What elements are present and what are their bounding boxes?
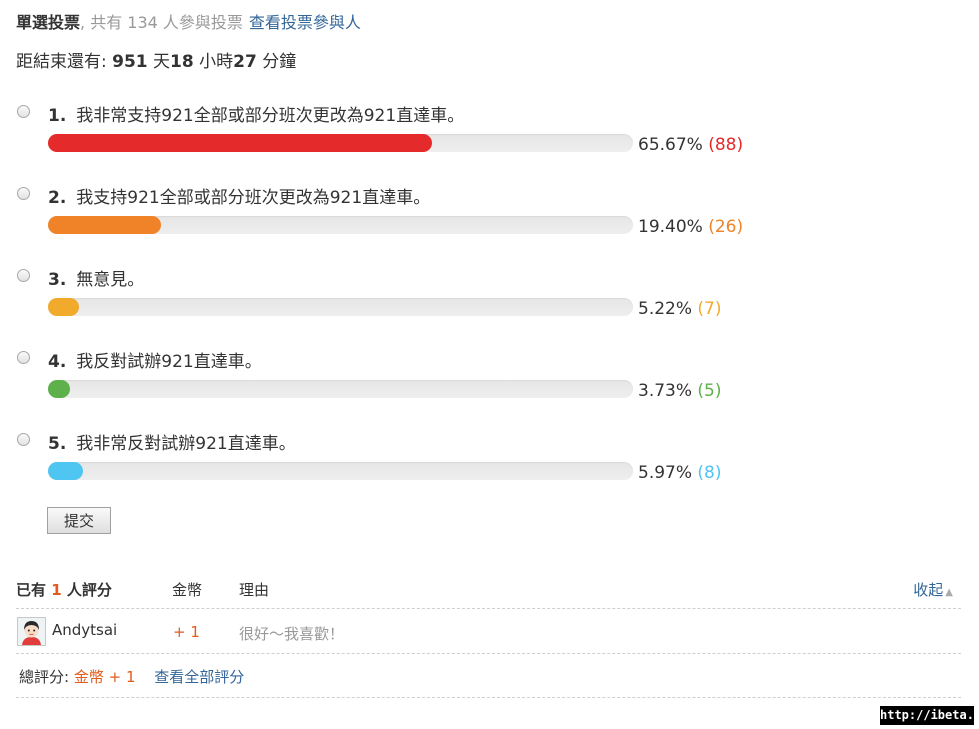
countdown-hours: 18 bbox=[170, 52, 194, 72]
divider bbox=[16, 697, 961, 698]
countdown-hours-unit: 小時 bbox=[199, 52, 234, 72]
divider bbox=[16, 608, 961, 609]
rater-username[interactable]: Andytsai bbox=[52, 621, 117, 639]
poll-option-1: 1. 我非常支持921全部或部分班次更改為921直達車。 65.67% (88) bbox=[0, 103, 979, 185]
poll-option-4: 4. 我反對試辦921直達車。 3.73% (5) bbox=[0, 349, 979, 431]
option-radio-2[interactable] bbox=[17, 187, 30, 200]
rating-header: 已有 1 人評分 金幣 理由 收起 ▲ bbox=[16, 577, 961, 607]
voter-count-text: , 共有 134 人參與投票 bbox=[80, 13, 243, 32]
poll-type-label: 單選投票 bbox=[16, 13, 81, 32]
rating-total: 總評分: 金幣 + 1 查看全部評分 bbox=[19, 666, 244, 687]
option-result: 65.67% (88) bbox=[638, 135, 743, 155]
option-radio-1[interactable] bbox=[17, 105, 30, 118]
option-result: 19.40% (26) bbox=[638, 217, 743, 237]
option-text: 我非常反對試辦921直達車。 bbox=[76, 434, 296, 454]
rating-row: Andytsai + 1 很好～我喜歡！ bbox=[16, 612, 961, 650]
countdown-prefix: 距結束還有: bbox=[16, 52, 107, 72]
total-value: 金幣 + 1 bbox=[73, 668, 136, 686]
option-index: 2. bbox=[48, 188, 67, 208]
option-label-5: 5. 我非常反對試辦921直達車。 bbox=[48, 429, 296, 454]
option-votes: (88) bbox=[708, 135, 744, 155]
option-result: 5.97% (8) bbox=[638, 463, 722, 483]
user-avatar-icon bbox=[18, 618, 45, 645]
rater-reason: 很好～我喜歡！ bbox=[239, 625, 345, 643]
option-label-3: 3. 無意見。 bbox=[48, 265, 144, 290]
poll-option-3: 3. 無意見。 5.22% (7) bbox=[0, 267, 979, 349]
option-index: 1. bbox=[48, 106, 67, 126]
option-text: 我反對試辦921直達車。 bbox=[76, 352, 262, 372]
option-text: 我非常支持921全部或部分班次更改為921直達車。 bbox=[76, 106, 465, 126]
option-percent: 5.97% bbox=[638, 463, 693, 483]
option-text: 我支持921全部或部分班次更改為921直達車。 bbox=[76, 188, 431, 208]
option-votes: (5) bbox=[697, 381, 722, 401]
option-progress-fill bbox=[48, 298, 79, 316]
collapse-arrow-icon: ▲ bbox=[945, 587, 953, 598]
divider bbox=[16, 653, 961, 654]
option-votes: (8) bbox=[697, 463, 722, 483]
option-result: 5.22% (7) bbox=[638, 299, 722, 319]
rater-coin: + 1 bbox=[173, 623, 200, 641]
option-label-1: 1. 我非常支持921全部或部分班次更改為921直達車。 bbox=[48, 101, 464, 126]
rating-count: 已有 1 人評分 bbox=[16, 579, 112, 600]
option-votes: (7) bbox=[697, 299, 722, 319]
option-text: 無意見。 bbox=[76, 270, 145, 290]
option-radio-3[interactable] bbox=[17, 269, 30, 282]
rating-count-suffix: 人評分 bbox=[66, 581, 112, 599]
poll-option-2: 2. 我支持921全部或部分班次更改為921直達車。 19.40% (26) bbox=[0, 185, 979, 267]
view-voters-link[interactable]: 查看投票參與人 bbox=[249, 13, 361, 32]
option-progress-bar bbox=[48, 462, 633, 480]
countdown-minutes-unit: 分鐘 bbox=[262, 52, 297, 72]
option-percent: 19.40% bbox=[638, 217, 703, 237]
reason-column-header: 理由 bbox=[239, 581, 270, 599]
collapse-label: 收起 bbox=[913, 581, 944, 599]
option-progress-fill bbox=[48, 380, 70, 398]
poll-countdown: 距結束還有: 951 天18 小時27 分鐘 bbox=[16, 47, 296, 72]
option-progress-fill bbox=[48, 216, 162, 234]
option-percent: 5.22% bbox=[638, 299, 693, 319]
option-progress-bar bbox=[48, 380, 633, 398]
poll-option-5: 5. 我非常反對試辦921直達車。 5.97% (8) bbox=[0, 431, 979, 513]
option-percent: 3.73% bbox=[638, 381, 693, 401]
view-all-ratings-link[interactable]: 查看全部評分 bbox=[154, 668, 244, 686]
countdown-days-unit: 天 bbox=[153, 52, 171, 72]
rating-count-number: 1 bbox=[51, 581, 62, 599]
option-radio-5[interactable] bbox=[17, 433, 30, 446]
option-votes: (26) bbox=[708, 217, 744, 237]
collapse-button[interactable]: 收起 ▲ bbox=[913, 579, 953, 600]
option-percent: 65.67% bbox=[638, 135, 703, 155]
option-label-2: 2. 我支持921全部或部分班次更改為921直達車。 bbox=[48, 183, 430, 208]
rating-count-prefix: 已有 bbox=[16, 581, 47, 599]
countdown-minutes: 27 bbox=[233, 52, 257, 72]
option-result: 3.73% (5) bbox=[638, 381, 722, 401]
option-progress-fill bbox=[48, 134, 433, 152]
option-progress-bar bbox=[48, 134, 633, 152]
coin-column-header: 金幣 bbox=[172, 581, 203, 599]
total-label: 總評分: bbox=[19, 668, 70, 686]
option-radio-4[interactable] bbox=[17, 351, 30, 364]
submit-button[interactable]: 提交 bbox=[47, 507, 111, 534]
poll-header: 單選投票, 共有 134 人參與投票 查看投票參與人 bbox=[16, 9, 361, 33]
option-progress-fill bbox=[48, 462, 83, 480]
avatar[interactable] bbox=[17, 617, 46, 646]
option-label-4: 4. 我反對試辦921直達車。 bbox=[48, 347, 262, 372]
option-index: 3. bbox=[48, 270, 67, 290]
option-progress-bar bbox=[48, 216, 633, 234]
option-index: 4. bbox=[48, 352, 67, 372]
option-progress-bar bbox=[48, 298, 633, 316]
countdown-days: 951 bbox=[112, 52, 148, 72]
option-index: 5. bbox=[48, 434, 67, 454]
watermark: http://ibeta.tw bbox=[880, 706, 979, 725]
